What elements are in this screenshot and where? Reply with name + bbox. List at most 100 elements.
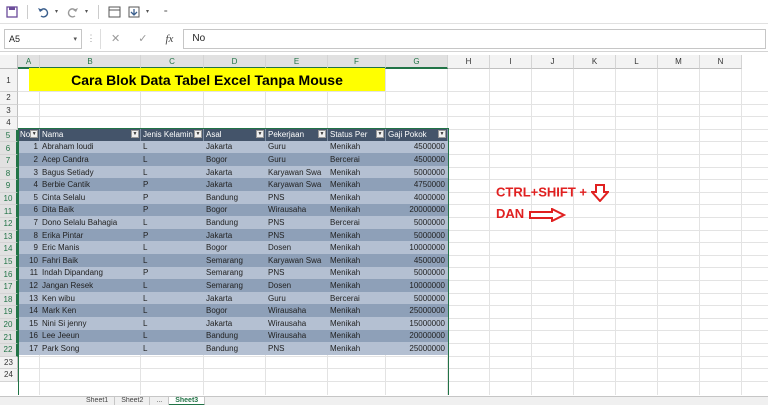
filter-dropdown-icon[interactable]: ▼	[438, 130, 446, 139]
cell-pekerjaan[interactable]: Karyawan Swa	[266, 178, 328, 191]
cell-no[interactable]: 7	[18, 216, 40, 229]
cell-gaji[interactable]: 25000000	[386, 304, 448, 317]
table-row[interactable]: 14 Mark Ken L Bogor Wirausaha Menikah 25000000	[18, 304, 448, 317]
redo-dropdown-icon[interactable]: ▾	[85, 8, 91, 15]
row-header-3[interactable]: 3	[0, 104, 18, 118]
filter-dropdown-icon[interactable]: ▼	[256, 130, 264, 139]
cell-pekerjaan[interactable]: Karyawan Swa	[266, 165, 328, 179]
cell-nama[interactable]: Indah Dipandang	[40, 266, 141, 280]
table-row[interactable]: 12 Jangan Resek L Semarang Dosen Menikah 10000…	[18, 279, 448, 292]
cell-jenis-kelamin[interactable]: L	[141, 304, 204, 317]
cell-gaji[interactable]: 5000000	[386, 291, 448, 305]
cell-nama[interactable]: Berbie Cantik	[40, 178, 141, 191]
table-row[interactable]: 3 Bagus Setiady L Jakarta Karyawan Swa Menika…	[18, 165, 448, 179]
column-header-k[interactable]: K	[574, 55, 616, 69]
table-row[interactable]: 13 Ken wibu L Jakarta Guru Bercerai 5000000	[18, 291, 448, 305]
row-header-7[interactable]: 7	[0, 155, 18, 168]
cell-asal[interactable]: Bogor	[204, 304, 266, 317]
cell-status[interactable]: Menikah	[328, 228, 386, 242]
cell-gaji[interactable]: 4500000	[386, 140, 448, 154]
row-header-23[interactable]: 23	[0, 356, 18, 370]
row-header-2[interactable]: 2	[0, 92, 18, 105]
row-header-14[interactable]: 14	[0, 243, 18, 256]
table-row[interactable]: 2 Acep Candra L Bogor Guru Bercerai 4500000	[18, 153, 448, 166]
cell-nama[interactable]: Dono Selalu Bahagia	[40, 216, 141, 229]
cell-status[interactable]: Menikah	[328, 165, 386, 179]
cell-gaji[interactable]: 5000000	[386, 165, 448, 179]
column-header-m[interactable]: M	[658, 55, 700, 69]
table-row[interactable]: 1 Abraham loudi L Jakarta Guru Menikah 4500000	[18, 140, 448, 154]
cell-no[interactable]: 16	[18, 329, 40, 343]
row-header-21[interactable]: 21	[0, 331, 18, 344]
column-header-j[interactable]: J	[532, 55, 574, 69]
cell-jenis-kelamin[interactable]: P	[141, 266, 204, 280]
table-row[interactable]: 6 Dita Baik P Bogor Wirausaha Menikah 20000000	[18, 203, 448, 217]
column-header-b[interactable]: B	[40, 55, 141, 69]
cell-jenis-kelamin[interactable]: L	[141, 216, 204, 229]
cancel-icon[interactable]: ✕	[111, 32, 120, 45]
cell-status[interactable]: Menikah	[328, 329, 386, 343]
cell-pekerjaan[interactable]: PNS	[266, 190, 328, 204]
cell-gaji[interactable]: 4000000	[386, 190, 448, 204]
cell-nama[interactable]: Nini Si jenny	[40, 316, 141, 330]
cell-no[interactable]: 10	[18, 253, 40, 267]
cell-no[interactable]: 15	[18, 316, 40, 330]
cell-nama[interactable]: Mark Ken	[40, 304, 141, 317]
cell-pekerjaan[interactable]: PNS	[266, 266, 328, 280]
column-header-l[interactable]: L	[616, 55, 658, 69]
cell-gaji[interactable]: 10000000	[386, 279, 448, 292]
sheet-tab[interactable]: Sheet3	[169, 397, 206, 405]
cell-status[interactable]: Menikah	[328, 316, 386, 330]
cell-pekerjaan[interactable]: Dosen	[266, 279, 328, 292]
cell-gaji[interactable]: 10000000	[386, 241, 448, 254]
cell-nama[interactable]: Jangan Resek	[40, 279, 141, 292]
filter-dropdown-icon[interactable]: ▼	[131, 130, 139, 139]
cell-jenis-kelamin[interactable]: L	[141, 241, 204, 254]
cell-jenis-kelamin[interactable]: L	[141, 316, 204, 330]
cell-status[interactable]: Bercerai	[328, 153, 386, 166]
cell-jenis-kelamin[interactable]: L	[141, 342, 204, 355]
cell-nama[interactable]: Erika Pintar	[40, 228, 141, 242]
cell-no[interactable]: 2	[18, 153, 40, 166]
cell-asal[interactable]: Bogor	[204, 203, 266, 217]
row-header-5[interactable]: 5	[0, 129, 18, 143]
cell-nama[interactable]: Eric Manis	[40, 241, 141, 254]
sheet-tab[interactable]: Sheet2	[115, 397, 151, 405]
column-header-a[interactable]: A	[18, 55, 40, 69]
save-icon[interactable]	[4, 4, 20, 20]
row-header-16[interactable]: 16	[0, 268, 18, 281]
cell-nama[interactable]: Park Song	[40, 342, 141, 355]
column-header-n[interactable]: N	[700, 55, 742, 69]
insert-function-icon[interactable]: fx	[165, 33, 173, 45]
row-header-17[interactable]: 17	[0, 281, 18, 294]
undo-dropdown-icon[interactable]: ▾	[55, 8, 61, 15]
cell-pekerjaan[interactable]: PNS	[266, 216, 328, 229]
cell-jenis-kelamin[interactable]: L	[141, 279, 204, 292]
cell-asal[interactable]: Bandung	[204, 329, 266, 343]
cell-asal[interactable]: Bogor	[204, 153, 266, 166]
cell-pekerjaan[interactable]: Wirausaha	[266, 203, 328, 217]
table-row[interactable]: 9 Eric Manis L Bogor Dosen Menikah 10000000	[18, 241, 448, 254]
table-row[interactable]: 16 Lee Jeeun L Bandung Wirausaha Menikah 20000…	[18, 329, 448, 343]
cell-asal[interactable]: Bogor	[204, 241, 266, 254]
cell-pekerjaan[interactable]: Wirausaha	[266, 329, 328, 343]
cell-nama[interactable]: Acep Candra	[40, 153, 141, 166]
cell-pekerjaan[interactable]: Dosen	[266, 241, 328, 254]
cell-gaji[interactable]: 4500000	[386, 253, 448, 267]
cell-no[interactable]: 12	[18, 279, 40, 292]
column-header-d[interactable]: D	[204, 55, 266, 69]
column-header-e[interactable]: E	[266, 55, 328, 69]
cell-asal[interactable]: Jakarta	[204, 228, 266, 242]
cell-jenis-kelamin[interactable]: L	[141, 140, 204, 154]
cell-gaji[interactable]: 5000000	[386, 216, 448, 229]
sheet-tab[interactable]: ...	[150, 397, 170, 405]
table-row[interactable]: 17 Park Song L Bandung PNS Menikah 25000000	[18, 342, 448, 355]
cell-no[interactable]: 14	[18, 304, 40, 317]
cell-no[interactable]: 17	[18, 342, 40, 355]
table-row[interactable]: 8 Erika Pintar P Jakarta PNS Menikah 5000000	[18, 228, 448, 242]
cell-nama[interactable]: Lee Jeeun	[40, 329, 141, 343]
cell-status[interactable]: Bercerai	[328, 216, 386, 229]
cell-asal[interactable]: Semarang	[204, 266, 266, 280]
cell-nama[interactable]: Cinta Selalu	[40, 190, 141, 204]
row-header-24[interactable]: 24	[0, 369, 18, 382]
